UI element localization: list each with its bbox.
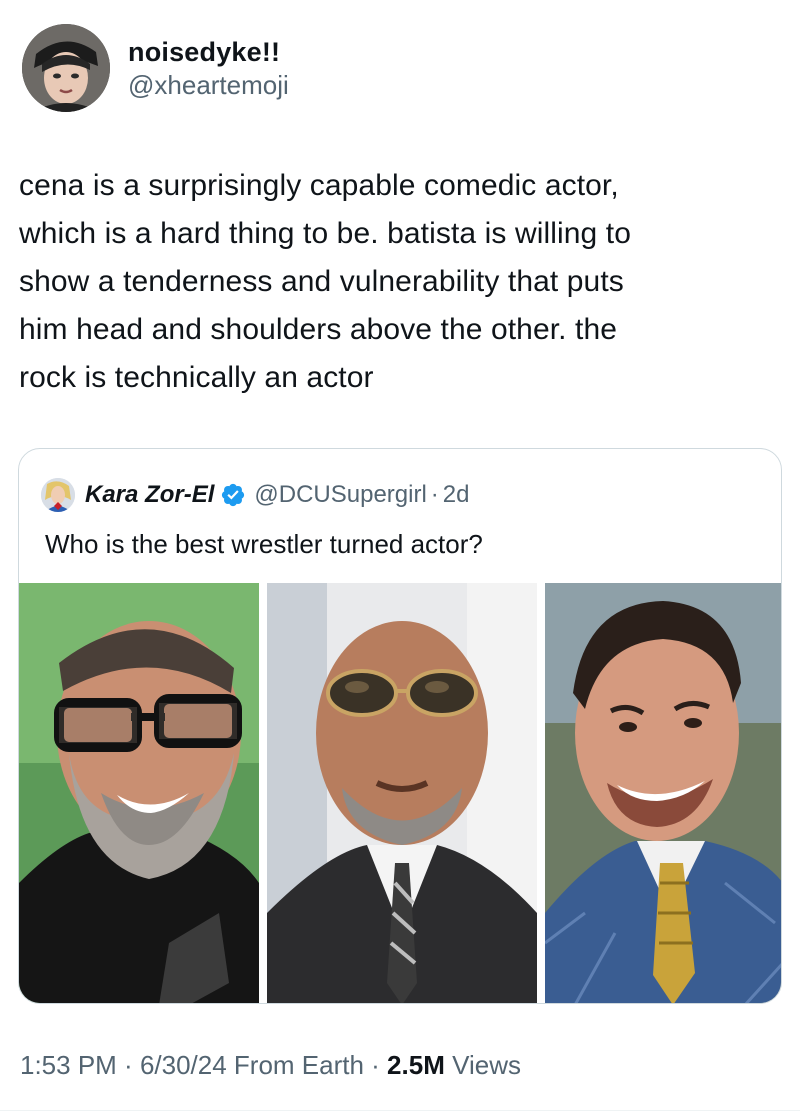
quoted-timestamp[interactable]: 2d [443,481,470,509]
photo-smiling-man-blue-suit[interactable] [545,583,781,1003]
quoted-photo-grid [19,583,781,1003]
tweet-line: show a tenderness and vulnerability that… [19,265,624,298]
tweet-header: noisedyke!! @xheartemoji [22,24,289,112]
divider [0,1110,800,1111]
dot-separator: · [430,481,439,508]
tweet-date[interactable]: 6/30/24 [140,1050,227,1081]
photo-bald-man-sunglasses-suit[interactable] [267,583,537,1003]
tweet-meta: 1:53 PM · 6/30/24 From Earth · 2.5M View… [20,1050,521,1081]
author-display-name[interactable]: noisedyke!! [128,35,289,69]
quoted-tweet-header: Kara Zor-El @DCUSupergirl · 2d [41,477,469,513]
verified-badge-icon [222,483,245,507]
tweet-time[interactable]: 1:53 PM [20,1050,117,1081]
photo-bald-bearded-man-black-glasses[interactable] [19,583,259,1003]
tweet-source: From Earth [226,1050,364,1080]
dot-separator: · [363,1050,388,1080]
tweet-line: rock is technically an actor [19,361,374,394]
tweet-line: him head and shoulders above the other. … [19,313,618,346]
tweet-line: cena is a surprisingly capable comedic a… [19,169,619,202]
quoted-tweet-card[interactable]: Kara Zor-El @DCUSupergirl · 2d Who is th… [18,448,782,1004]
quoted-display-name[interactable]: Kara Zor-El [85,481,214,509]
dot-separator: · [116,1050,140,1080]
quoted-handle[interactable]: @DCUSupergirl [254,481,426,509]
tweet-line: which is a hard thing to be. batista is … [19,217,631,250]
views-label: Views [444,1050,521,1080]
tweet-text: cena is a surprisingly capable comedic a… [19,162,759,402]
quoted-author-avatar[interactable] [41,478,75,512]
quoted-tweet-text: Who is the best wrestler turned actor? [45,529,483,559]
author-avatar[interactable] [22,24,110,112]
author-handle[interactable]: @xheartemoji [128,69,289,101]
views-count: 2.5M [387,1050,445,1080]
